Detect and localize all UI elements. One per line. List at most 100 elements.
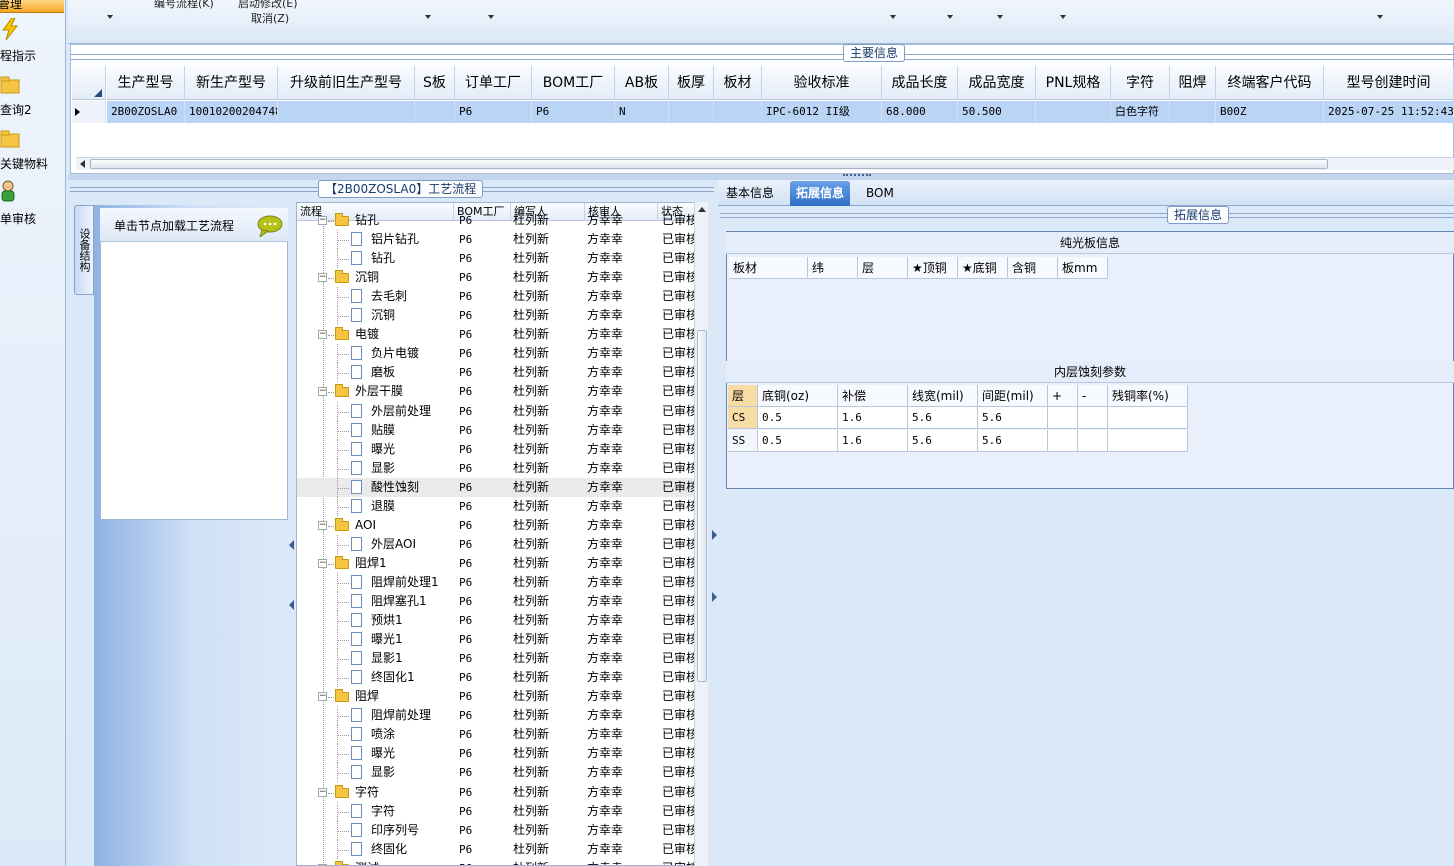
tree-row[interactable]: 贴膜 P6 杜列新 方幸幸 已审核 bbox=[297, 420, 696, 440]
sec2-cell[interactable]: 5.6 bbox=[908, 430, 978, 452]
grid-cell[interactable]: B00Z bbox=[1216, 101, 1324, 123]
tree-row[interactable]: 酸性蚀刻 P6 杜列新 方幸幸 已审核 bbox=[297, 477, 696, 497]
tree-row[interactable]: 阻焊前处理1 P6 杜列新 方幸幸 已审核 bbox=[297, 572, 696, 592]
tree-row[interactable]: 阻焊前处理 P6 杜列新 方幸幸 已审核 bbox=[297, 706, 696, 726]
chevron-down-icon[interactable] bbox=[425, 15, 431, 19]
nav-item-order-review[interactable]: 单审核 bbox=[0, 180, 64, 226]
collapse-toggle-icon[interactable]: − bbox=[318, 330, 327, 340]
sec2-cell[interactable]: 0.5 bbox=[758, 407, 838, 429]
sec2-cell[interactable] bbox=[1078, 430, 1108, 452]
tree-row[interactable]: 喷涂 P6 杜列新 方幸幸 已审核 bbox=[297, 725, 696, 745]
chevron-down-icon[interactable] bbox=[1377, 15, 1383, 19]
tree-row[interactable]: − 电镀 P6 杜列新 方幸幸 已审核 bbox=[297, 325, 696, 344]
tree-row[interactable]: 磨板 P6 杜列新 方幸幸 已审核 bbox=[297, 363, 696, 383]
tree-row[interactable]: 沉铜 P6 杜列新 方幸幸 已审核 bbox=[297, 306, 696, 326]
tree-row[interactable]: 去毛刺 P6 杜列新 方幸幸 已审核 bbox=[297, 287, 696, 307]
tab-0[interactable]: 基本信息 bbox=[720, 181, 780, 206]
tree-row[interactable]: 阻焊塞孔1 P6 杜列新 方幸幸 已审核 bbox=[297, 592, 696, 611]
chevron-down-icon[interactable] bbox=[107, 15, 113, 19]
grid-cell[interactable]: 2025-07-25 11:52:43 bbox=[1324, 101, 1454, 123]
sec2-cell[interactable]: 5.6 bbox=[978, 430, 1048, 452]
column-header[interactable]: 字符 bbox=[1111, 66, 1170, 100]
nav-item-query2[interactable]: 查询2 bbox=[0, 74, 64, 117]
grid-cell[interactable]: P6 bbox=[455, 101, 532, 123]
sec2-row-header[interactable]: CS bbox=[728, 407, 758, 429]
column-header[interactable]: 升级前旧生产型号 bbox=[278, 66, 415, 100]
column-header[interactable]: BOM工厂 bbox=[532, 66, 615, 100]
grid-cell[interactable] bbox=[669, 101, 714, 123]
tab-2[interactable]: BOM bbox=[860, 181, 900, 206]
sec2-cell[interactable]: 5.6 bbox=[978, 407, 1048, 429]
sec2-cell[interactable] bbox=[1108, 407, 1188, 429]
grid-cell[interactable] bbox=[714, 101, 762, 123]
grid-cell[interactable]: 2B00ZOSLA0 bbox=[107, 101, 185, 123]
sec2-cell[interactable] bbox=[1048, 407, 1078, 429]
grid-cell[interactable]: IPC-6012 II级 bbox=[762, 101, 882, 123]
column-header[interactable]: 成品长度 bbox=[882, 66, 958, 100]
sec2-cell[interactable]: 1.6 bbox=[838, 407, 908, 429]
tree-row[interactable]: 预烘1 P6 杜列新 方幸幸 已审核 bbox=[297, 611, 696, 631]
grid-cell[interactable]: P6 bbox=[532, 101, 615, 123]
tab-1[interactable]: 拓展信息 bbox=[790, 181, 851, 206]
column-header[interactable]: 阻焊 bbox=[1170, 66, 1216, 100]
column-header[interactable]: 终端客户代码 bbox=[1216, 66, 1324, 100]
vertical-scrollbar[interactable] bbox=[694, 202, 708, 866]
scroll-left-icon[interactable] bbox=[80, 160, 85, 168]
tree-row[interactable]: 显影1 P6 杜列新 方幸幸 已审核 bbox=[297, 649, 696, 669]
tree-row[interactable]: 曝光1 P6 杜列新 方幸幸 已审核 bbox=[297, 630, 696, 650]
tree-row[interactable]: 曝光 P6 杜列新 方幸幸 已审核 bbox=[297, 744, 696, 764]
collapse-toggle-icon[interactable]: − bbox=[318, 558, 327, 568]
column-header[interactable]: 订单工厂 bbox=[455, 66, 532, 100]
tree-row[interactable]: − 外层干膜 P6 杜列新 方幸幸 已审核 bbox=[297, 382, 696, 401]
chevron-down-icon[interactable] bbox=[947, 15, 953, 19]
nav-item-key-materials[interactable]: 关键物料 bbox=[0, 128, 64, 171]
column-header[interactable]: 验收标准 bbox=[762, 66, 882, 100]
tree-row[interactable]: − AOI P6 杜列新 方幸幸 已审核 bbox=[297, 516, 696, 535]
tree-row[interactable]: − 钻孔 P6 杜列新 方幸幸 已审核 bbox=[297, 211, 696, 230]
column-header[interactable]: AB板 bbox=[615, 66, 669, 100]
column-header[interactable]: 成品宽度 bbox=[958, 66, 1036, 100]
collapse-right-icon[interactable] bbox=[711, 530, 717, 602]
grid-cell[interactable]: 50.500 bbox=[958, 101, 1036, 123]
grid-cell[interactable]: N bbox=[615, 101, 669, 123]
collapse-toggle-icon[interactable]: − bbox=[318, 692, 327, 702]
chevron-down-icon[interactable] bbox=[1060, 15, 1066, 19]
tree-row[interactable]: 印序列号 P6 杜列新 方幸幸 已审核 bbox=[297, 820, 696, 840]
nav-item-process-instruction[interactable]: 程指示 bbox=[0, 18, 64, 63]
grid-cell[interactable] bbox=[415, 101, 455, 123]
grid-cell[interactable] bbox=[1036, 101, 1111, 123]
collapse-toggle-icon[interactable]: − bbox=[318, 787, 327, 797]
grid-cell[interactable]: 68.000 bbox=[882, 101, 958, 123]
chevron-down-icon[interactable] bbox=[890, 15, 896, 19]
sec2-cell[interactable] bbox=[1078, 407, 1108, 429]
chevron-down-icon[interactable] bbox=[997, 15, 1003, 19]
tree-row[interactable]: − 沉铜 P6 杜列新 方幸幸 已审核 bbox=[297, 268, 696, 287]
tree-row[interactable]: 负片电镀 P6 杜列新 方幸幸 已审核 bbox=[297, 344, 696, 364]
tree-row[interactable]: 退膜 P6 杜列新 方幸幸 已审核 bbox=[297, 496, 696, 516]
tree-row[interactable]: 显影 P6 杜列新 方幸幸 已审核 bbox=[297, 763, 696, 783]
tree-row[interactable]: 外层AOI P6 杜列新 方幸幸 已审核 bbox=[297, 534, 696, 554]
load-flow-header[interactable]: 单击节点加载工艺流程 bbox=[100, 208, 288, 242]
row-indicator[interactable] bbox=[72, 101, 106, 123]
grid-row-header[interactable] bbox=[72, 66, 106, 100]
tree-row[interactable]: 铝片钻孔 P6 杜列新 方幸幸 已审核 bbox=[297, 230, 696, 250]
scrollbar-thumb[interactable] bbox=[697, 330, 707, 682]
menu-number-process[interactable]: 编号流程(K) bbox=[154, 0, 214, 11]
device-structure-tab[interactable]: 设备结构 bbox=[74, 205, 94, 295]
column-header[interactable]: 板厚 bbox=[669, 66, 714, 100]
scroll-up-icon[interactable] bbox=[698, 207, 706, 212]
tree-row[interactable]: − 阻焊1 P6 杜列新 方幸幸 已审核 bbox=[297, 554, 696, 573]
grid-cell[interactable]: 白色字符 bbox=[1111, 101, 1170, 123]
horizontal-scrollbar[interactable] bbox=[76, 157, 1454, 170]
tree-row[interactable]: 字符 P6 杜列新 方幸幸 已审核 bbox=[297, 801, 696, 821]
tree-row[interactable]: 曝光 P6 杜列新 方幸幸 已审核 bbox=[297, 439, 696, 459]
sec2-cell[interactable] bbox=[1108, 430, 1188, 452]
collapse-toggle-icon[interactable]: − bbox=[318, 216, 327, 225]
menu-cancel[interactable]: 取消(Z) bbox=[251, 10, 289, 26]
collapse-toggle-icon[interactable]: − bbox=[318, 387, 327, 397]
grid-cell[interactable]: 10010200204748 bbox=[185, 101, 278, 123]
collapse-toggle-icon[interactable]: − bbox=[318, 273, 327, 283]
grid-cell[interactable] bbox=[1170, 101, 1216, 123]
sec2-cell[interactable] bbox=[1048, 430, 1078, 452]
chevron-down-icon[interactable] bbox=[488, 15, 494, 19]
